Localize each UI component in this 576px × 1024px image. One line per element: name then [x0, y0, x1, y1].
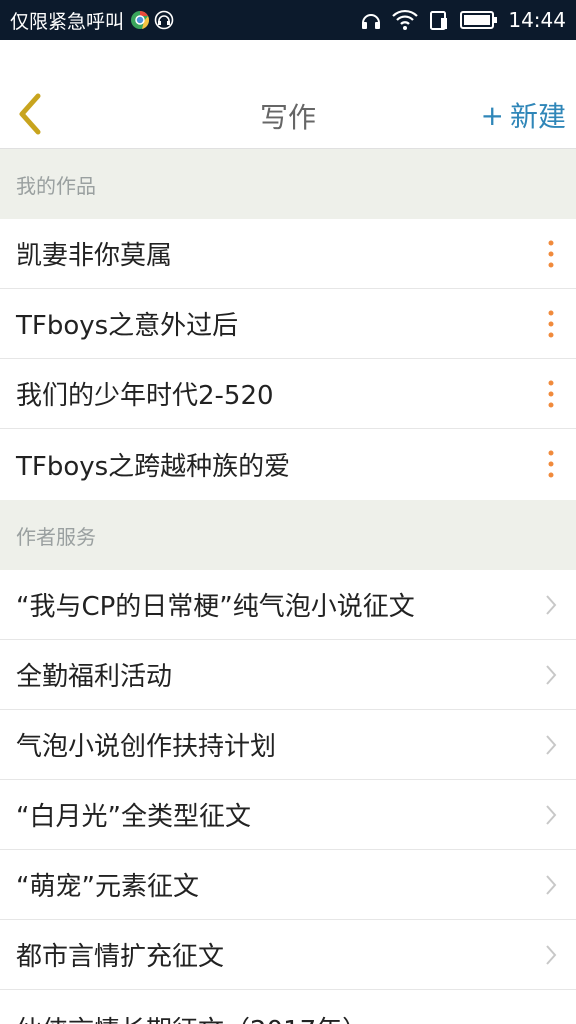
app-header: 写作 + 新建 — [0, 40, 576, 149]
section-header-works: 我的作品 — [0, 149, 576, 219]
plus-icon: + — [480, 98, 504, 132]
work-item[interactable]: TFboys之跨越种族的爱 — [0, 429, 576, 499]
work-title: 我们的少年时代2-520 — [16, 381, 274, 411]
work-item[interactable]: 我们的少年时代2-520 — [0, 359, 576, 429]
work-item[interactable]: 凯妻非你莫属 — [0, 219, 576, 289]
chevron-right-icon — [546, 945, 557, 965]
new-button[interactable]: + 新建 — [481, 95, 566, 135]
section-header-services: 作者服务 — [0, 500, 576, 570]
work-item[interactable]: TFboys之意外过后 — [0, 289, 576, 359]
chevron-right-icon — [546, 805, 557, 825]
more-vertical-icon[interactable] — [546, 379, 556, 409]
chevron-right-icon — [546, 735, 557, 755]
work-title: TFboys之跨越种族的爱 — [16, 451, 291, 482]
work-title: 凯妻非你莫属 — [16, 241, 173, 271]
section-title: 我的作品 — [16, 173, 96, 198]
more-vertical-icon[interactable] — [546, 309, 556, 339]
battery-icon — [460, 11, 498, 29]
service-item[interactable]: 仙侠言情长期征文（2017年） — [0, 990, 576, 1024]
service-item[interactable]: 气泡小说创作扶持计划 — [0, 710, 576, 780]
section-title: 作者服务 — [16, 524, 96, 549]
chevron-right-icon — [546, 665, 557, 685]
status-right-icons: 14:44 — [360, 8, 566, 32]
service-label: 仙侠言情长期征文（2017年） — [16, 1010, 368, 1024]
headphones-icon — [362, 14, 381, 29]
service-item[interactable]: “萌宠”元素征文 — [0, 850, 576, 920]
service-label: 全勤福利活动 — [16, 662, 173, 692]
carrier-text: 仅限紧急呼叫 — [10, 10, 125, 33]
service-item[interactable]: “我与CP的日常梗”纯气泡小说征文 — [0, 570, 576, 640]
status-time: 14:44 — [508, 8, 566, 32]
service-label: 气泡小说创作扶持计划 — [16, 732, 277, 762]
service-item[interactable]: 都市言情扩充征文 — [0, 920, 576, 990]
data-sim-icon — [430, 11, 448, 30]
more-vertical-icon[interactable] — [546, 239, 556, 269]
chevron-right-icon — [546, 595, 557, 615]
wifi-icon — [392, 9, 419, 30]
service-label: “我与CP的日常梗”纯气泡小说征文 — [16, 592, 415, 622]
service-item[interactable]: 全勤福利活动 — [0, 640, 576, 710]
status-bar: 仅限紧急呼叫 14:44 — [0, 0, 576, 40]
service-label: “白月光”全类型征文 — [16, 802, 251, 832]
chrome-icon — [131, 11, 150, 29]
new-button-label: 新建 — [509, 100, 566, 133]
headset-assist-icon — [154, 10, 174, 30]
status-left-icons — [130, 10, 174, 30]
service-item[interactable]: “白月光”全类型征文 — [0, 780, 576, 850]
chevron-right-icon — [546, 875, 557, 895]
work-title: TFboys之意外过后 — [16, 311, 239, 341]
service-label: 都市言情扩充征文 — [16, 942, 225, 972]
more-vertical-icon[interactable] — [546, 449, 556, 479]
service-label: “萌宠”元素征文 — [16, 872, 199, 902]
